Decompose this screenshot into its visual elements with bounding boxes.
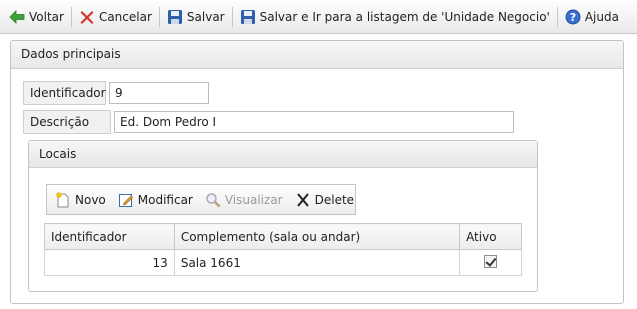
modificar-label: Modificar xyxy=(137,192,193,207)
save-disk-icon xyxy=(240,9,256,25)
cancelar-label: Cancelar xyxy=(98,9,152,24)
save-disk-icon xyxy=(167,9,183,25)
toolbar-separator xyxy=(556,6,558,27)
ajuda-label: Ajuda xyxy=(584,9,619,24)
toolbar-separator xyxy=(70,6,72,27)
locais-toolbar: Novo Modificar Visualizar Delete xyxy=(46,184,356,215)
delete-label: Delete xyxy=(314,192,355,207)
table-header-row: Identificador Complemento (sala ou andar… xyxy=(44,223,522,250)
toolbar-separator xyxy=(158,6,160,27)
panel-title: Dados principais xyxy=(11,41,623,69)
cell-complemento: Sala 1661 xyxy=(173,249,461,276)
novo-label: Novo xyxy=(75,192,106,207)
ativo-checkbox[interactable] xyxy=(484,254,498,268)
identificador-field[interactable]: 9 xyxy=(109,82,209,104)
modificar-button[interactable]: Modificar xyxy=(116,188,195,212)
salvar-ir-button[interactable]: Salvar e Ir para a listagem de 'Unidade … xyxy=(237,5,553,29)
identificador-row: Identificador 9 xyxy=(23,81,209,105)
locais-panel: Locais Novo Modificar Visualizar Delete … xyxy=(28,140,538,292)
main-toolbar: Voltar Cancelar Salvar Salvar e Ir para … xyxy=(0,0,637,34)
descricao-field[interactable]: Ed. Dom Pedro I xyxy=(114,111,514,133)
voltar-button[interactable]: Voltar xyxy=(6,5,67,29)
cell-ativo xyxy=(459,249,522,276)
salvar-ir-label: Salvar e Ir para a listagem de 'Unidade … xyxy=(259,9,550,24)
salvar-button[interactable]: Salvar xyxy=(164,5,228,29)
descricao-row: Descrição Ed. Dom Pedro I xyxy=(23,110,514,134)
column-header-complemento[interactable]: Complemento (sala ou andar) xyxy=(173,223,461,250)
toolbar-separator xyxy=(231,6,233,27)
descricao-label: Descrição xyxy=(23,110,111,134)
novo-button[interactable]: Novo xyxy=(53,188,108,212)
svg-text:?: ? xyxy=(570,11,576,24)
locais-title: Locais xyxy=(29,141,537,168)
back-arrow-icon xyxy=(9,9,25,25)
locais-table: Identificador Complemento (sala ou andar… xyxy=(44,223,522,276)
new-document-icon xyxy=(55,191,71,208)
delete-button[interactable]: Delete xyxy=(293,188,356,212)
edit-icon xyxy=(118,192,134,208)
dados-principais-panel: Dados principais Identificador 9 Descriç… xyxy=(10,40,624,304)
table-row[interactable]: 13 Sala 1661 xyxy=(44,249,522,276)
cancelar-button[interactable]: Cancelar xyxy=(76,5,155,29)
identificador-label: Identificador xyxy=(23,81,106,105)
column-header-ativo[interactable]: Ativo xyxy=(459,223,522,250)
delete-x-icon xyxy=(295,192,311,208)
column-header-identificador[interactable]: Identificador xyxy=(44,223,175,250)
cell-identificador: 13 xyxy=(44,249,175,276)
visualizar-label: Visualizar xyxy=(224,192,283,207)
cancel-x-icon xyxy=(79,9,95,25)
visualizar-button[interactable]: Visualizar xyxy=(203,188,285,212)
help-icon: ? xyxy=(565,9,581,25)
ajuda-button[interactable]: ? Ajuda xyxy=(562,5,622,29)
salvar-label: Salvar xyxy=(186,9,225,24)
magnifier-icon xyxy=(205,192,221,208)
voltar-label: Voltar xyxy=(29,9,64,24)
